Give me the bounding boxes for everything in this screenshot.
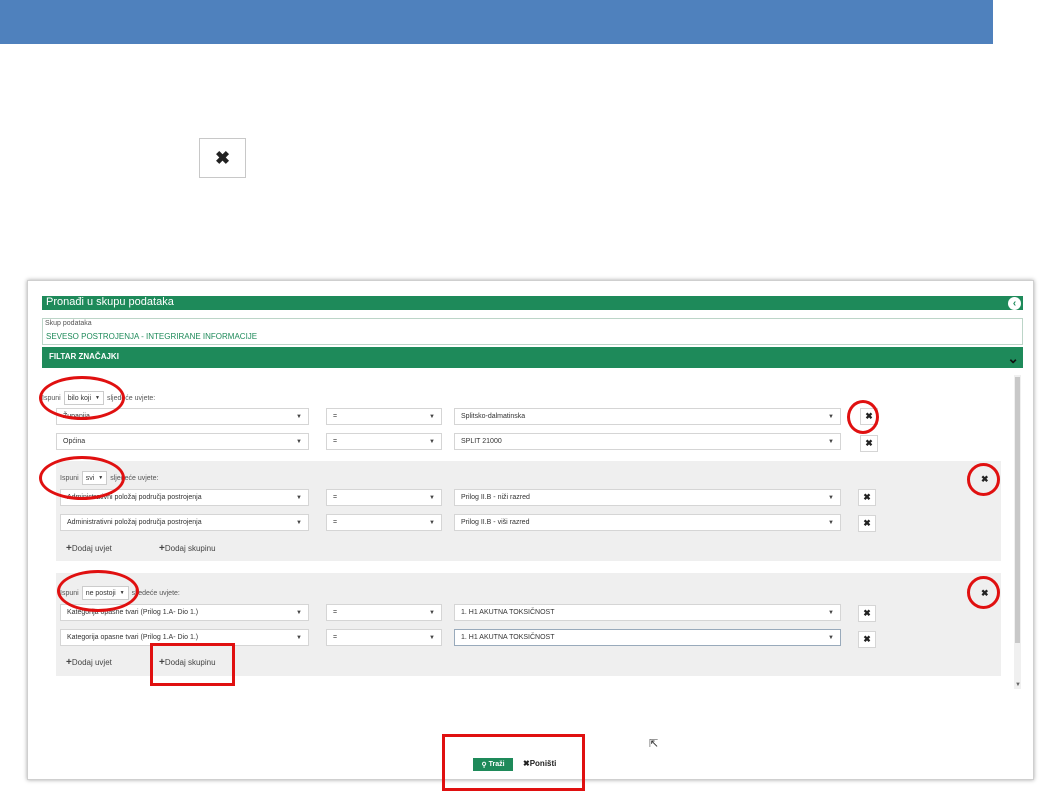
group-2-value-select-1[interactable]: Prilog II.B - niži razred ▼ — [454, 489, 841, 506]
dropdown-icon: ▼ — [296, 634, 302, 641]
condition-value: Prilog II.B - niži razred — [461, 494, 530, 501]
dropdown-icon: ▼ — [429, 519, 435, 526]
mouse-cursor-icon: ⇱ — [649, 738, 659, 750]
dropdown-icon: ▼ — [828, 634, 834, 641]
scrollbar-thumb[interactable] — [1015, 377, 1020, 643]
condition-value: Splitsko-dalmatinska — [461, 413, 526, 420]
operator-value: = — [333, 438, 338, 445]
group-1-operator-select-1[interactable]: = ▼ — [326, 408, 442, 425]
close-icon: ✖ — [863, 492, 871, 502]
dropdown-icon: ▼ — [429, 609, 435, 616]
add-group-link[interactable]: +Dodaj skupinu — [159, 543, 216, 554]
close-icon: ✖ — [865, 438, 873, 448]
reset-label: Poništi — [529, 759, 557, 768]
dropdown-icon: ▼ — [296, 494, 302, 501]
dropdown-icon: ▼ — [828, 438, 834, 445]
remove-condition-button[interactable]: ✖ — [858, 489, 876, 506]
collapse-icon[interactable]: ‹ — [1008, 297, 1021, 310]
group-2-operator-select-1[interactable]: = ▼ — [326, 489, 442, 506]
dropdown-icon: ▼ — [828, 494, 834, 501]
group-2-operator-select-2[interactable]: = ▼ — [326, 514, 442, 531]
remove-condition-button[interactable]: ✖ — [858, 515, 876, 532]
dataset-value: SEVESO POSTROJENJA - INTEGRIRANE INFORMA… — [46, 332, 258, 341]
dropdown-icon: ▼ — [296, 438, 302, 445]
group-3-operator-select-2[interactable]: = ▼ — [326, 629, 442, 646]
search-dialog-screenshot: Pronađi u skupu podataka ‹ Skup podataka… — [27, 280, 1034, 791]
scroll-down-icon[interactable]: ▼ — [1015, 682, 1021, 688]
dataset-field[interactable]: Skup podataka SEVESO POSTROJENJA - INTEG… — [42, 318, 1023, 345]
add-condition-link[interactable]: +Dodaj uvjet — [66, 657, 112, 668]
search-icon: ⚲ — [481, 761, 487, 769]
dropdown-icon: ▼ — [828, 609, 834, 616]
search-button[interactable]: ⚲ Traži — [473, 758, 513, 771]
dropdown-icon: ▼ — [828, 413, 834, 420]
condition-value: SPLIT 21000 — [461, 438, 502, 445]
group-3-value-select-1[interactable]: 1. H1 AKUTNA TOKSIČNOST ▼ — [454, 604, 841, 621]
dropdown-icon: ▼ — [296, 609, 302, 616]
operator-value: = — [333, 413, 338, 420]
condition-value: 1. H1 AKUTNA TOKSIČNOST — [461, 634, 555, 641]
close-icon: ✖ — [863, 634, 871, 644]
field-value: Administrativni položaj područja postroj… — [67, 519, 202, 526]
group-1-value-select-1[interactable]: Splitsko-dalmatinska ▼ — [454, 408, 841, 425]
reset-button[interactable]: ✖Poništi — [523, 759, 556, 768]
vertical-scrollbar[interactable]: ▼ — [1014, 375, 1021, 689]
highlight-ellipse — [967, 463, 1000, 496]
chevron-down-icon[interactable]: ⌄ — [1007, 350, 1019, 367]
operator-value: = — [333, 494, 338, 501]
group-1-field-select-2[interactable]: Općina ▼ — [56, 433, 309, 450]
dropdown-icon: ▼ — [429, 438, 435, 445]
close-icon: ✖ — [863, 608, 871, 618]
highlight-ellipse — [57, 570, 139, 612]
panel-title: Pronađi u skupu podataka — [46, 296, 174, 308]
remove-condition-button[interactable]: ✖ — [860, 435, 878, 452]
panel-header: Pronađi u skupu podataka ‹ — [42, 296, 1023, 310]
highlight-ellipse — [39, 376, 125, 420]
dropdown-icon: ▼ — [828, 519, 834, 526]
dataset-label: Skup podataka — [45, 320, 92, 327]
operator-value: = — [333, 609, 338, 616]
dropdown-icon: ▼ — [429, 494, 435, 501]
add-condition-label: Dodaj uvjet — [71, 544, 112, 553]
highlight-ellipse — [847, 400, 879, 434]
group-2-value-select-2[interactable]: Prilog II.B - viši razred ▼ — [454, 514, 841, 531]
add-condition-link[interactable]: +Dodaj uvjet — [66, 543, 112, 554]
field-value: Kategorija opasne tvari (Prilog 1.A- Dio… — [67, 634, 199, 641]
field-value: Općina — [63, 438, 86, 445]
add-group-label: Dodaj skupinu — [164, 544, 216, 553]
group-3-value-select-2[interactable]: 1. H1 AKUTNA TOKSIČNOST ▼ — [454, 629, 841, 646]
highlight-rectangle — [150, 643, 235, 686]
group-1-operator-select-2[interactable]: = ▼ — [326, 433, 442, 450]
dropdown-icon: ▼ — [429, 634, 435, 641]
dropdown-icon: ▼ — [296, 519, 302, 526]
search-label: Traži — [488, 761, 505, 768]
highlight-ellipse — [39, 456, 125, 500]
operator-value: = — [333, 634, 338, 641]
condition-value: 1. H1 AKUTNA TOKSIČNOST — [461, 609, 555, 616]
close-icon: ✖ — [214, 147, 231, 168]
top-banner — [0, 0, 993, 44]
remove-condition-button[interactable]: ✖ — [858, 605, 876, 622]
close-icon: ✖ — [523, 759, 530, 768]
add-condition-label: Dodaj uvjet — [71, 658, 112, 667]
filter-header[interactable]: FILTAR ZNAČAJKI ⌄ — [42, 347, 1023, 368]
close-button[interactable]: ✖ — [199, 138, 246, 178]
dropdown-icon: ▼ — [429, 413, 435, 420]
filter-title: FILTAR ZNAČAJKI — [49, 352, 119, 361]
highlight-ellipse — [967, 576, 1000, 609]
highlight-rectangle — [442, 734, 585, 791]
condition-value: Prilog II.B - viši razred — [461, 519, 530, 526]
group-1-value-select-2[interactable]: SPLIT 21000 ▼ — [454, 433, 841, 450]
dropdown-icon: ▼ — [296, 413, 302, 420]
group-2-field-select-2[interactable]: Administrativni položaj područja postroj… — [60, 514, 309, 531]
close-icon: ✖ — [863, 518, 871, 528]
operator-value: = — [333, 519, 338, 526]
remove-condition-button[interactable]: ✖ — [858, 631, 876, 648]
group-3-operator-select-1[interactable]: = ▼ — [326, 604, 442, 621]
